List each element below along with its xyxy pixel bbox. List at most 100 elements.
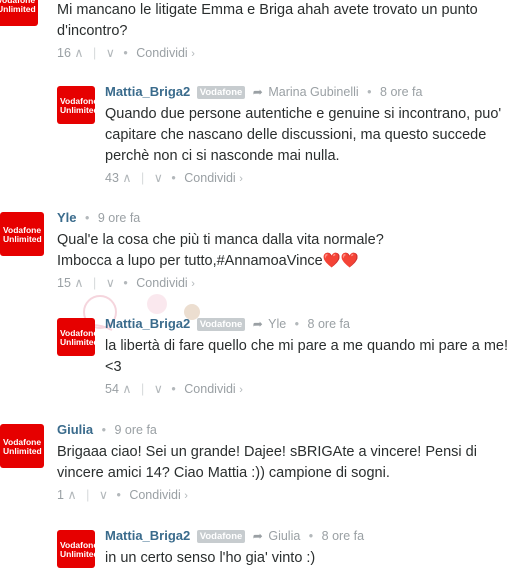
separator-dot: • — [171, 382, 176, 396]
chevron-right-icon: › — [239, 173, 243, 185]
vote-count: 16 — [57, 46, 71, 60]
comment-text-line: Quando due persone autentiche e genuine … — [105, 106, 502, 122]
upvote-icon[interactable]: ∧ — [67, 488, 76, 502]
upvote-icon[interactable]: ∧ — [74, 276, 83, 290]
avatar[interactable]: Vodafone Unlimited — [0, 212, 44, 256]
vote-count: 15 — [57, 276, 71, 290]
downvote-icon[interactable]: ∨ — [106, 276, 115, 290]
downvote-icon[interactable]: ∨ — [154, 382, 163, 396]
comment-text: la libertà di fare quello che mi pare a … — [105, 336, 508, 378]
chevron-right-icon: › — [191, 48, 195, 60]
avatar[interactable]: Vodafone Unlimited — [57, 86, 95, 124]
share-label: Condividi — [136, 46, 188, 60]
separator-dot: • — [294, 317, 300, 331]
vote-count: 1 — [57, 488, 64, 502]
share-label: Condividi — [136, 276, 188, 290]
vodafone-badge: Vodafone — [196, 318, 246, 331]
comment-text: Qual'e la cosa che più ti manca dalla vi… — [57, 230, 384, 272]
divider: | — [93, 46, 97, 60]
share-label: Condividi — [129, 488, 181, 502]
author-name[interactable]: Yle — [57, 210, 77, 225]
reply-arrow-icon: ➦ — [252, 317, 263, 331]
author-name[interactable]: Mattia_Briga2 — [105, 528, 190, 543]
author-name[interactable]: Mattia_Briga2 — [105, 316, 190, 331]
avatar-brand-line2: Unlimited — [60, 549, 95, 559]
share-button[interactable]: Condividi › — [129, 488, 188, 502]
comment-text-line: <3 — [105, 359, 122, 375]
reply-arrow-icon: ➦ — [252, 85, 263, 99]
vodafone-badge: Vodafone — [196, 86, 246, 99]
downvote-icon[interactable]: ∨ — [99, 488, 108, 502]
reply-target[interactable]: Marina Gubinelli — [268, 85, 358, 99]
comment-text-line: in un certo senso l'ho gia' vinto :) — [105, 550, 316, 566]
comment-text-line: Qual'e la cosa che più ti manca dalla vi… — [57, 232, 384, 248]
author-name[interactable]: Mattia_Briga2 — [105, 84, 190, 99]
separator-dot: • — [116, 488, 121, 502]
timestamp[interactable]: 8 ore fa — [322, 529, 364, 543]
vote-count: 43 — [105, 171, 119, 185]
avatar[interactable]: Vodafone Unlimited — [0, 0, 38, 26]
avatar[interactable]: Vodafone Unlimited — [0, 424, 44, 468]
upvote-icon[interactable]: ∧ — [122, 382, 131, 396]
comment-actions: 43 ∧ | ∨ • Condividi › — [105, 170, 501, 190]
share-button[interactable]: Condividi › — [184, 171, 243, 185]
share-button[interactable]: Condividi › — [184, 382, 243, 396]
downvote-icon[interactable]: ∨ — [154, 171, 163, 185]
comment-text-line: la libertà di fare quello che mi pare a … — [105, 338, 508, 354]
avatar-brand-line2: Unlimited — [3, 446, 42, 456]
reply-target[interactable]: Yle — [268, 317, 286, 331]
chevron-right-icon: › — [184, 490, 188, 502]
comment-text-line: perchè non ci si nasconde mai nulla. — [105, 148, 340, 164]
comment-header: Mattia_Briga2 Vodafone ➦ Giulia • 8 ore … — [105, 528, 364, 548]
reply-target[interactable]: Giulia — [268, 529, 300, 543]
avatar-brand-line2: Unlimited — [60, 105, 95, 115]
downvote-icon[interactable]: ∨ — [106, 46, 115, 60]
upvote-icon[interactable]: ∧ — [122, 171, 131, 185]
avatar-brand-line2: Unlimited — [0, 4, 36, 14]
avatar[interactable]: Vodafone Unlimited — [57, 530, 95, 568]
comment-text-line: capitare che nascano delle discussioni, … — [105, 127, 487, 143]
comment-text: Quando due persone autentiche e genuine … — [105, 104, 501, 167]
avatar-brand-line2: Unlimited — [3, 234, 42, 244]
upvote-icon[interactable]: ∧ — [74, 46, 83, 60]
comment-text-line: Brigaaa ciao! Sei un grande! Dajee! sBRI… — [57, 444, 477, 460]
comment-actions: 15 ∧ | ∨ • Condividi › — [57, 275, 384, 295]
author-name[interactable]: Giulia — [57, 422, 93, 437]
comment-header: Mattia_Briga2 Vodafone ➦ Yle • 8 ore fa — [105, 316, 508, 336]
avatar-brand-line2: Unlimited — [60, 337, 95, 347]
divider: | — [141, 171, 145, 185]
comment-text-line: Imbocca a lupo per tutto,#AnnamoaVince❤️… — [57, 253, 359, 269]
comment-text-line: vincere amici 14? Ciao Mattia :)) campio… — [57, 465, 390, 481]
separator-dot: • — [367, 85, 372, 99]
separator-dot: • — [123, 276, 128, 290]
reply-arrow-icon: ➦ — [252, 529, 263, 543]
comment-actions: 1 ∧ | ∨ • Condividi › — [57, 487, 477, 507]
comment-text-line: Mi mancano le litigate Emma e Briga ahah… — [57, 2, 478, 18]
separator-dot: • — [123, 46, 128, 60]
comment-text: in un certo senso l'ho gia' vinto :) — [105, 548, 364, 569]
divider: | — [141, 382, 145, 396]
separator-dot: • — [85, 211, 90, 225]
chevron-right-icon: › — [239, 384, 243, 396]
share-button[interactable]: Condividi › — [136, 276, 195, 290]
separator-dot: • — [308, 529, 314, 543]
share-label: Condividi — [184, 171, 236, 185]
timestamp[interactable]: 8 ore fa — [308, 317, 350, 331]
avatar[interactable]: Vodafone Unlimited — [57, 318, 95, 356]
chevron-right-icon: › — [191, 278, 195, 290]
comment-header: Giulia • 9 ore fa — [57, 422, 477, 442]
separator-dot: • — [171, 171, 176, 185]
divider: | — [93, 276, 97, 290]
separator-dot: • — [101, 423, 106, 437]
comment-actions: 54 ∧ | ∨ • Condividi › — [105, 381, 508, 401]
share-button[interactable]: Condividi › — [136, 46, 195, 60]
comment-text: Brigaaa ciao! Sei un grande! Dajee! sBRI… — [57, 442, 477, 484]
timestamp[interactable]: 9 ore fa — [114, 423, 156, 437]
comment-text: Mi mancano le litigate Emma e Briga ahah… — [57, 0, 478, 42]
timestamp[interactable]: 8 ore fa — [380, 85, 422, 99]
divider: | — [86, 488, 90, 502]
comment-header: Yle • 9 ore fa — [57, 210, 384, 230]
timestamp[interactable]: 9 ore fa — [98, 211, 140, 225]
comment-text-line: d'incontro? — [57, 23, 128, 39]
share-label: Condividi — [184, 382, 236, 396]
